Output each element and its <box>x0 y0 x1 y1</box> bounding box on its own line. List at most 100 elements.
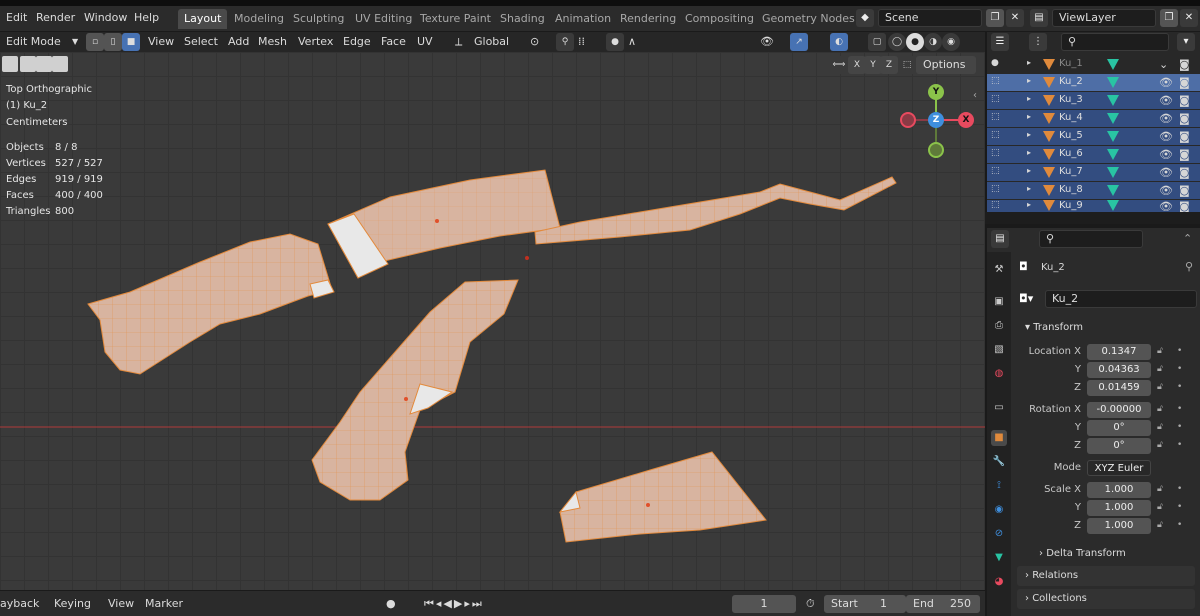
tab-material-icon[interactable]: ◕ <box>991 574 1007 590</box>
mesh-ku-2[interactable] <box>327 169 561 279</box>
outliner-item-ku-8[interactable]: ⬚ ▸ Ku_8 👁 ◙ <box>987 182 1200 199</box>
camera-icon[interactable]: ◙ <box>1179 76 1190 89</box>
relations-section[interactable]: › Relations <box>1017 566 1195 586</box>
tab-geometry-nodes[interactable]: Geometry Nodes <box>756 9 861 29</box>
menu-render[interactable]: Render <box>36 11 75 24</box>
lock-icon[interactable]: 🔓︎ <box>1157 404 1163 414</box>
delete-scene-icon[interactable]: ✕ <box>1006 9 1024 27</box>
expand-icon[interactable]: ▸ <box>1027 200 1031 209</box>
keyframe-dot-icon[interactable]: • <box>1177 422 1182 432</box>
collapse-sidebar-icon[interactable]: ‹ <box>973 90 977 101</box>
outliner-filter-icon[interactable]: ▾ <box>1177 33 1195 51</box>
end-frame-field[interactable]: End 250 <box>906 595 980 613</box>
orientation-dropdown[interactable]: Global <box>474 35 509 48</box>
rotation-y-field[interactable]: 0° <box>1087 420 1151 436</box>
gizmo-x-axis[interactable]: X <box>958 112 974 128</box>
menu-select[interactable]: Select <box>184 35 218 48</box>
tab-layout[interactable]: Layout <box>178 9 228 29</box>
eye-icon[interactable]: 👁 <box>1159 94 1173 107</box>
pivot-icon[interactable]: ⊙ <box>530 35 539 48</box>
outliner-item-ku-4[interactable]: ⬚ ▸ Ku_4 👁 ◙ <box>987 110 1200 127</box>
mode-dropdown[interactable]: Edit Mode <box>6 35 61 48</box>
expand-icon[interactable]: ▸ <box>1027 184 1031 193</box>
menu-edge[interactable]: Edge <box>343 35 371 48</box>
lock-icon[interactable]: 🔓︎ <box>1157 440 1163 450</box>
keyframe-dot-icon[interactable]: • <box>1177 382 1182 392</box>
eye-icon[interactable]: 👁 <box>1159 184 1173 197</box>
outliner-item-ku-3[interactable]: ⬚ ▸ Ku_3 👁 ◙ <box>987 92 1200 109</box>
camera-icon[interactable]: ◙ <box>1179 58 1190 71</box>
tab-scene-icon[interactable]: ◍ <box>991 366 1007 382</box>
playback-menu[interactable]: ayback <box>0 597 39 610</box>
expand-icon[interactable]: ▸ <box>1027 94 1031 103</box>
location-z-field[interactable]: 0.01459 <box>1087 380 1151 396</box>
menu-edit[interactable]: Edit <box>6 11 27 24</box>
rotation-x-field[interactable]: -0.00000 <box>1087 402 1151 418</box>
overlay-toggle-icon[interactable]: ◐ <box>830 33 848 51</box>
tab-data-icon[interactable]: ▼ <box>991 550 1007 566</box>
outliner-item-ku-6[interactable]: ⬚ ▸ Ku_6 👁 ◙ <box>987 146 1200 163</box>
gizmo-neg-y-axis[interactable] <box>928 142 944 158</box>
keyframe-dot-icon[interactable]: • <box>1177 520 1182 530</box>
tab-shading[interactable]: Shading <box>494 9 551 29</box>
new-scene-icon[interactable]: ❐ <box>986 9 1004 27</box>
tab-physics-icon[interactable]: ◉ <box>991 502 1007 518</box>
camera-icon[interactable]: ◙ <box>1179 112 1190 125</box>
rotation-z-field[interactable]: 0° <box>1087 438 1151 454</box>
record-icon[interactable]: ● <box>386 597 396 610</box>
pin-icon[interactable]: ⚲ <box>1185 260 1193 273</box>
outliner-item-ku-1[interactable]: ● ▸ Ku_1 ⌄ ◙ <box>987 56 1200 73</box>
tab-uv-editing[interactable]: UV Editing <box>349 9 418 29</box>
current-frame-field[interactable]: 1 <box>732 595 796 613</box>
tab-output-icon[interactable]: ⎙ <box>991 318 1007 334</box>
tab-constraints-icon[interactable]: ⊘ <box>991 526 1007 542</box>
tab-modifier-icon[interactable]: 🔧 <box>991 454 1007 470</box>
expand-icon[interactable]: ▸ <box>1027 148 1031 157</box>
gizmo-toggle-icon[interactable]: ↗ <box>790 33 808 51</box>
outliner-item-ku-5[interactable]: ⬚ ▸ Ku_5 👁 ◙ <box>987 128 1200 145</box>
view-layer-icon[interactable]: ▤ <box>1030 9 1048 27</box>
outliner-item-ku-9[interactable]: ⬚ ▸ Ku_9 👁 ◙ <box>987 200 1200 212</box>
proportional-edit-icon[interactable]: ● <box>606 33 624 51</box>
playback-controls-icon[interactable]: ⏮◂◀▶▸⏭ <box>424 597 484 611</box>
expand-icon[interactable]: ▸ <box>1027 76 1031 85</box>
tab-modeling[interactable]: Modeling <box>228 9 290 29</box>
keyframe-dot-icon[interactable]: • <box>1177 502 1182 512</box>
expand-icon[interactable]: ▸ <box>1027 130 1031 139</box>
snap-icon[interactable]: ⚲ <box>556 33 574 51</box>
pin-icon[interactable]: ⌃ <box>1183 232 1192 245</box>
edge-select-icon[interactable]: ▯ <box>104 33 122 51</box>
face-select-icon[interactable]: ■ <box>122 33 140 51</box>
mesh-ku-bottom[interactable] <box>558 451 767 543</box>
properties-search-input[interactable]: ⚲ <box>1039 230 1143 248</box>
start-frame-field[interactable]: Start 1 <box>824 595 906 613</box>
view-menu[interactable]: View <box>108 597 134 610</box>
tab-view-layer-icon[interactable]: ▧ <box>991 342 1007 358</box>
outliner-item-ku-7[interactable]: ⬚ ▸ Ku_7 👁 ◙ <box>987 164 1200 181</box>
camera-icon[interactable]: ◙ <box>1179 200 1190 212</box>
tab-particles-icon[interactable]: ⟟ <box>991 478 1007 494</box>
new-view-layer-icon[interactable]: ❐ <box>1160 9 1178 27</box>
transform-section-header[interactable]: ▾ Transform <box>1017 318 1195 338</box>
eye-icon[interactable]: 👁 <box>1159 148 1173 161</box>
delta-transform-section[interactable]: › Delta Transform <box>1031 544 1195 564</box>
scale-x-field[interactable]: 1.000 <box>1087 482 1151 498</box>
menu-uv[interactable]: UV <box>417 35 433 48</box>
camera-icon[interactable]: ◙ <box>1179 166 1190 179</box>
eye-icon[interactable]: ⌄ <box>1159 58 1168 71</box>
camera-icon[interactable]: ◙ <box>1179 94 1190 107</box>
visibility-eye-icon[interactable]: 👁 <box>760 35 774 48</box>
delete-view-layer-icon[interactable]: ✕ <box>1180 9 1198 27</box>
tab-render-icon[interactable]: ▣ <box>991 294 1007 310</box>
camera-icon[interactable]: ◙ <box>1179 130 1190 143</box>
xray-toggle-icon[interactable]: ▢ <box>868 33 886 51</box>
lock-icon[interactable]: 🔓︎ <box>1157 422 1163 432</box>
location-x-field[interactable]: 0.1347 <box>1087 344 1151 360</box>
lock-icon[interactable]: 🔓︎ <box>1157 484 1163 494</box>
scene-icon[interactable]: ◆ <box>856 9 874 27</box>
tab-rendering[interactable]: Rendering <box>614 9 682 29</box>
camera-icon[interactable]: ◙ <box>1179 148 1190 161</box>
keyframe-dot-icon[interactable]: • <box>1177 346 1182 356</box>
menu-face[interactable]: Face <box>381 35 406 48</box>
gizmo-z-axis[interactable]: Z <box>928 112 944 128</box>
